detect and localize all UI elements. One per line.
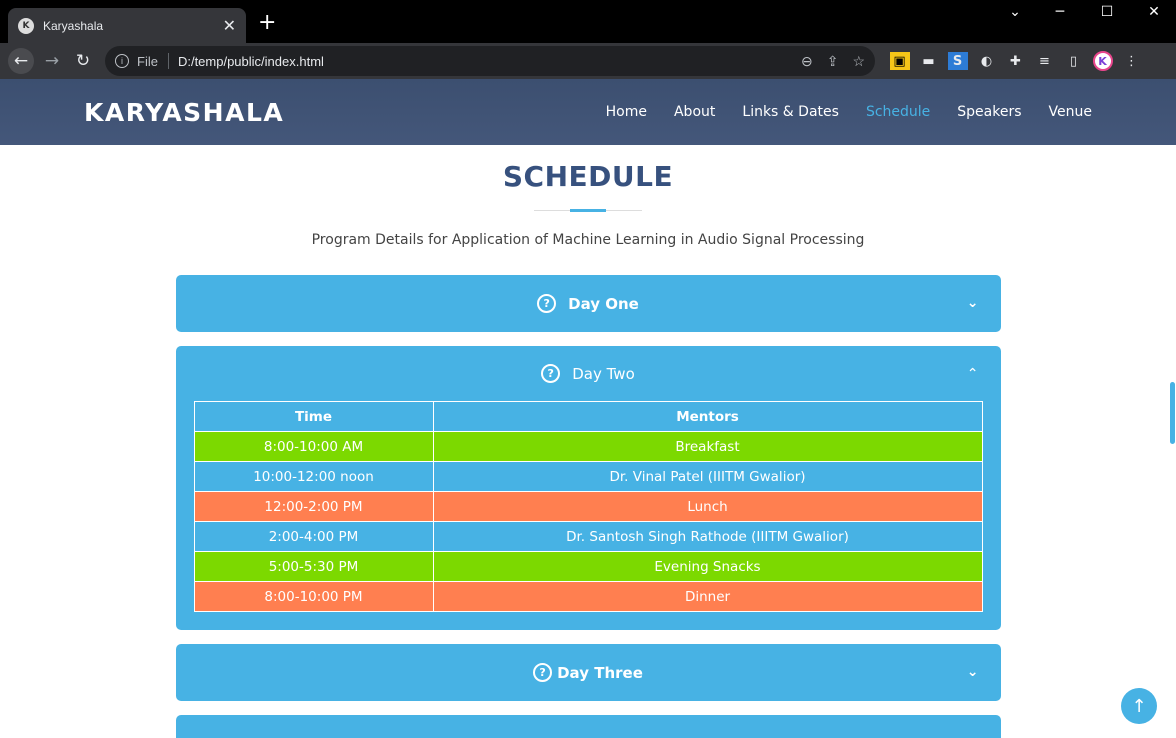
accordion-day-three[interactable]: ? Day Three ⌄ bbox=[175, 644, 1001, 701]
accordion-next[interactable] bbox=[175, 715, 1001, 738]
chevron-down-icon: ⌄ bbox=[966, 664, 979, 680]
question-icon: ? bbox=[541, 364, 561, 383]
chevron-up-icon: ⌃ bbox=[966, 366, 979, 382]
question-icon: ? bbox=[533, 663, 553, 682]
site-brand[interactable]: KARYASHALA bbox=[84, 98, 284, 127]
accordion-title: Day One bbox=[568, 294, 639, 313]
table-header-row: Time Mentors bbox=[193, 401, 983, 432]
media-queue-icon[interactable]: ≡ bbox=[1035, 52, 1055, 70]
accordion-day-two[interactable]: ? Day Two ⌃ Time Mentors 8:00-10:00 AM B… bbox=[175, 346, 1001, 630]
schedule-section: SCHEDULE Program Details for Application… bbox=[0, 145, 1176, 248]
share-icon[interactable]: ⇪ bbox=[827, 53, 839, 70]
cell-mentor: Breakfast bbox=[432, 431, 983, 462]
extensions-puzzle-icon[interactable]: ✚ bbox=[1006, 52, 1026, 70]
bookmark-star-icon[interactable]: ☆ bbox=[852, 53, 865, 70]
table-row: 10:00-12:00 noon Dr. Vinal Patel (IIITM … bbox=[193, 461, 983, 492]
accordion-header[interactable]: ? Day One ⌄ bbox=[176, 275, 1001, 332]
extension-cat-icon[interactable]: ▣ bbox=[889, 52, 910, 70]
question-icon: ? bbox=[537, 294, 557, 313]
web-page: KARYASHALA Home About Links & Dates Sche… bbox=[0, 79, 1176, 738]
cell-time: 12:00-2:00 PM bbox=[193, 491, 434, 522]
chevron-down-icon: ⌄ bbox=[966, 295, 979, 311]
table-row: 8:00-10:00 AM Breakfast bbox=[193, 431, 983, 462]
table-row: 5:00-5:30 PM Evening Snacks bbox=[193, 551, 983, 582]
nav-home[interactable]: Home bbox=[606, 104, 647, 120]
zoom-icon[interactable]: ⊖ bbox=[801, 53, 813, 70]
accordion-title: Day Three bbox=[557, 663, 643, 682]
column-header-mentors: Mentors bbox=[432, 401, 983, 432]
nav-about[interactable]: About bbox=[674, 104, 715, 120]
back-button[interactable]: ← bbox=[8, 48, 34, 74]
address-scheme: File bbox=[137, 53, 158, 69]
profile-avatar[interactable]: K bbox=[1092, 51, 1113, 71]
heading-divider bbox=[534, 209, 642, 212]
column-header-time: Time bbox=[193, 401, 434, 432]
new-tab-button[interactable]: + bbox=[258, 12, 276, 34]
nav-venue[interactable]: Venue bbox=[1049, 104, 1092, 120]
schedule-table: Time Mentors 8:00-10:00 AM Breakfast 10:… bbox=[193, 401, 983, 612]
maximize-button[interactable]: ☐ bbox=[1087, 4, 1127, 20]
section-heading: SCHEDULE bbox=[502, 160, 674, 193]
address-separator bbox=[167, 53, 169, 69]
cell-time: 2:00-4:00 PM bbox=[193, 521, 434, 552]
cell-mentor: Dinner bbox=[432, 581, 983, 612]
cell-time: 5:00-5:30 PM bbox=[193, 551, 434, 582]
address-url[interactable]: D:/temp/public/index.html bbox=[178, 54, 787, 69]
cell-time: 10:00-12:00 noon bbox=[193, 461, 434, 492]
extensions-area: ▣ ▬ S ◐ ✚ ≡ ▯ K ⋮ bbox=[885, 51, 1146, 71]
side-panel-icon[interactable]: ▯ bbox=[1064, 52, 1084, 70]
forward-button[interactable]: → bbox=[39, 48, 65, 74]
accordion-title: Day Two bbox=[572, 364, 635, 383]
accordion-header[interactable]: ? Day Two ⌃ bbox=[176, 346, 1001, 401]
extension-hat-icon[interactable]: ▬ bbox=[919, 52, 939, 70]
scrollbar-thumb[interactable] bbox=[1170, 382, 1175, 444]
extension-dark-icon[interactable]: ◐ bbox=[977, 52, 997, 70]
window-close-button[interactable]: ✕ bbox=[1134, 4, 1174, 20]
cell-time: 8:00-10:00 PM bbox=[193, 581, 434, 612]
nav-schedule[interactable]: Schedule bbox=[866, 104, 930, 120]
table-row: 8:00-10:00 PM Dinner bbox=[193, 581, 983, 612]
accordion-day-one[interactable]: ? Day One ⌄ bbox=[175, 275, 1001, 332]
browser-tab-strip: K Karyashala ✕ + ⌄ ─ ☐ ✕ bbox=[0, 0, 1176, 43]
arrow-up-icon: ↑ bbox=[1131, 695, 1147, 717]
accordion-header[interactable]: ? Day Three ⌄ bbox=[176, 644, 1001, 701]
back-to-top-button[interactable]: ↑ bbox=[1121, 688, 1157, 724]
cell-mentor: Dr. Santosh Singh Rathode (IIITM Gwalior… bbox=[432, 521, 983, 552]
site-info-icon[interactable]: i bbox=[115, 54, 129, 68]
site-menu: Home About Links & Dates Schedule Speake… bbox=[579, 104, 1092, 120]
cell-mentor: Lunch bbox=[432, 491, 983, 522]
cell-mentor: Dr. Vinal Patel (IIITM Gwalior) bbox=[432, 461, 983, 492]
cell-time: 8:00-10:00 AM bbox=[193, 431, 434, 462]
site-navbar: KARYASHALA Home About Links & Dates Sche… bbox=[0, 79, 1176, 145]
tab-title: Karyashala bbox=[43, 18, 104, 33]
tab-close-icon[interactable]: ✕ bbox=[223, 16, 236, 35]
browser-toolbar: ← → ↻ i File D:/temp/public/index.html ⊖… bbox=[0, 43, 1176, 79]
nav-speakers[interactable]: Speakers bbox=[957, 104, 1021, 120]
reload-button[interactable]: ↻ bbox=[70, 48, 96, 74]
table-row: 12:00-2:00 PM Lunch bbox=[193, 491, 983, 522]
minimize-button[interactable]: ─ bbox=[1040, 4, 1080, 20]
nav-links-dates[interactable]: Links & Dates bbox=[742, 104, 839, 120]
extension-s-icon[interactable]: S bbox=[947, 52, 968, 70]
tab-search-icon[interactable]: ⌄ bbox=[995, 4, 1035, 20]
browser-tab[interactable]: K Karyashala ✕ bbox=[8, 8, 246, 43]
table-row: 2:00-4:00 PM Dr. Santosh Singh Rathode (… bbox=[193, 521, 983, 552]
browser-menu-icon[interactable]: ⋮ bbox=[1122, 52, 1142, 70]
section-subtitle: Program Details for Application of Machi… bbox=[311, 232, 865, 248]
cell-mentor: Evening Snacks bbox=[432, 551, 983, 582]
address-bar[interactable]: i File D:/temp/public/index.html ⊖ ⇪ ☆ bbox=[105, 46, 875, 76]
favicon-icon: K bbox=[18, 17, 34, 34]
